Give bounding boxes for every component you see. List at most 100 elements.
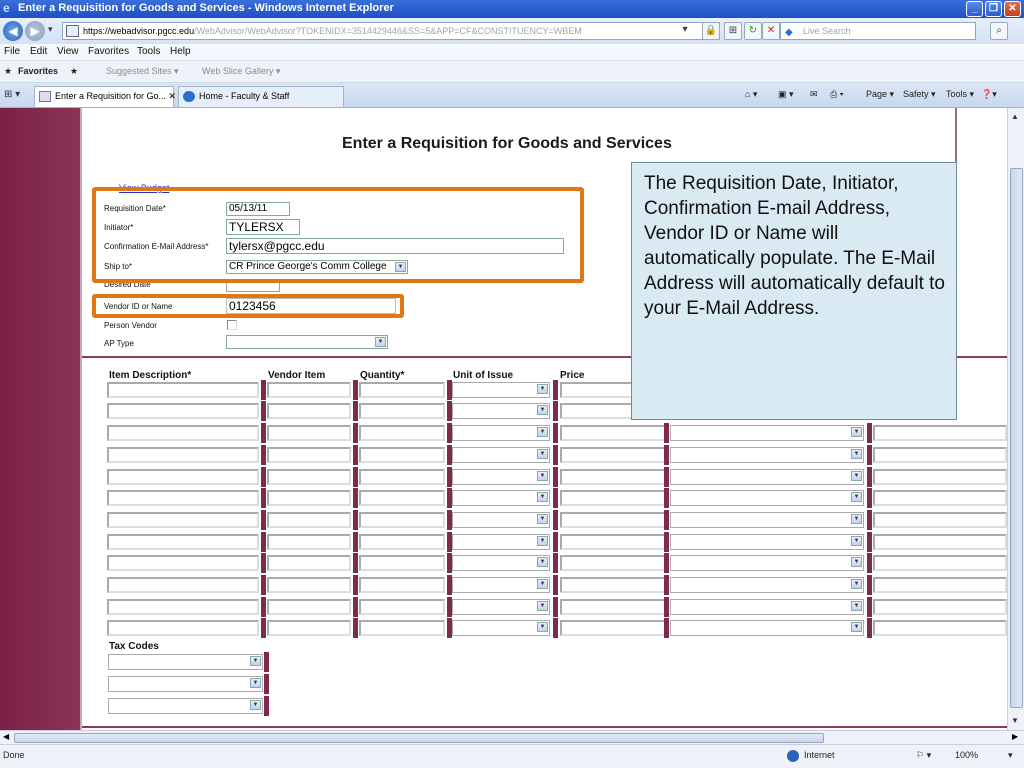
suggested-sites-link[interactable]: Suggested Sites ▾ bbox=[106, 66, 179, 77]
row-input[interactable] bbox=[560, 469, 666, 485]
row-input[interactable] bbox=[107, 577, 259, 593]
row-input[interactable] bbox=[359, 403, 445, 419]
row-input[interactable] bbox=[267, 403, 351, 419]
row-input[interactable] bbox=[873, 534, 1007, 550]
row-select[interactable]: ▼ bbox=[670, 490, 864, 506]
row-input[interactable] bbox=[359, 447, 445, 463]
mail-icon[interactable]: ✉ bbox=[810, 89, 818, 100]
protected-mode-icon[interactable]: ⚐ ▾ bbox=[916, 750, 931, 761]
print-icon[interactable]: ⎙ ▾ bbox=[830, 89, 843, 100]
row-input[interactable] bbox=[267, 447, 351, 463]
back-button[interactable]: ◀ bbox=[3, 21, 23, 41]
row-input[interactable] bbox=[267, 620, 351, 636]
row-input[interactable] bbox=[359, 555, 445, 571]
row-select[interactable]: ▼ bbox=[670, 534, 864, 550]
tools-menu[interactable]: Tools ▾ bbox=[946, 89, 974, 100]
row-input[interactable] bbox=[267, 469, 351, 485]
row-input[interactable] bbox=[560, 577, 666, 593]
row-select[interactable]: ▼ bbox=[670, 512, 864, 528]
tab-requisition[interactable]: Enter a Requisition for Go... ✕ bbox=[34, 86, 176, 107]
row-input[interactable] bbox=[267, 490, 351, 506]
row-input[interactable] bbox=[359, 425, 445, 441]
row-input[interactable] bbox=[107, 425, 259, 441]
vertical-scrollbar[interactable]: ▲ ▼ bbox=[1007, 108, 1024, 730]
row-input[interactable] bbox=[560, 599, 666, 615]
home-icon[interactable]: ⌂ ▾ bbox=[745, 89, 757, 100]
zoom-dropdown-icon[interactable]: ▾ bbox=[1008, 750, 1013, 761]
row-input[interactable] bbox=[107, 382, 259, 398]
row-input[interactable] bbox=[873, 425, 1007, 441]
scroll-up-icon[interactable]: ▲ bbox=[1011, 112, 1019, 121]
feeds-icon[interactable]: ▣ ▾ bbox=[778, 89, 794, 100]
row-input[interactable] bbox=[359, 599, 445, 615]
menu-favorites[interactable]: Favorites bbox=[88, 46, 129, 57]
scroll-left-icon[interactable]: ◀ bbox=[3, 732, 9, 741]
row-input[interactable] bbox=[107, 620, 259, 636]
row-input[interactable] bbox=[560, 425, 666, 441]
row-select[interactable]: ▼ bbox=[452, 490, 550, 506]
tab-home-faculty[interactable]: Home - Faculty & Staff bbox=[178, 86, 344, 107]
row-input[interactable] bbox=[359, 534, 445, 550]
row-input[interactable] bbox=[873, 447, 1007, 463]
row-input[interactable] bbox=[107, 490, 259, 506]
row-input[interactable] bbox=[107, 403, 259, 419]
menu-file[interactable]: File bbox=[4, 46, 20, 57]
row-select[interactable]: ▼ bbox=[452, 577, 550, 593]
lock-icon[interactable]: 🔒 bbox=[702, 22, 720, 40]
row-input[interactable] bbox=[359, 620, 445, 636]
row-select[interactable]: ▼ bbox=[452, 512, 550, 528]
menu-tools[interactable]: Tools bbox=[137, 46, 160, 57]
help-menu[interactable]: ❓▾ bbox=[981, 89, 997, 100]
horizontal-scroll-thumb[interactable] bbox=[14, 733, 824, 743]
row-input[interactable] bbox=[359, 577, 445, 593]
maximize-button[interactable]: ❐ bbox=[985, 1, 1002, 17]
scroll-right-icon[interactable]: ▶ bbox=[1012, 732, 1018, 741]
row-input[interactable] bbox=[560, 555, 666, 571]
search-icon[interactable]: ⌕ bbox=[990, 22, 1008, 40]
row-input[interactable] bbox=[560, 490, 666, 506]
minimize-button[interactable]: _ bbox=[966, 1, 983, 17]
recent-pages-dropdown-icon[interactable]: ▾ bbox=[48, 24, 53, 35]
row-input[interactable] bbox=[107, 555, 259, 571]
close-button[interactable]: ✕ bbox=[1004, 1, 1021, 17]
row-select[interactable]: ▼ bbox=[452, 447, 550, 463]
row-input[interactable] bbox=[107, 469, 259, 485]
row-input[interactable] bbox=[267, 382, 351, 398]
row-input[interactable] bbox=[267, 425, 351, 441]
horizontal-scrollbar[interactable]: ◀ ▶ bbox=[0, 730, 1024, 744]
safety-menu[interactable]: Safety ▾ bbox=[903, 89, 936, 100]
row-select[interactable]: ▼ bbox=[670, 620, 864, 636]
forward-button[interactable]: ▶ bbox=[25, 21, 45, 41]
row-input[interactable] bbox=[267, 534, 351, 550]
url-dropdown-icon[interactable]: ▾ bbox=[676, 22, 694, 40]
row-select[interactable]: ▼ bbox=[670, 425, 864, 441]
row-input[interactable] bbox=[359, 469, 445, 485]
row-input[interactable] bbox=[359, 512, 445, 528]
zoom-level[interactable]: 100% bbox=[955, 750, 978, 760]
menu-edit[interactable]: Edit bbox=[30, 46, 47, 57]
tax-code-select[interactable]: ▼ bbox=[108, 654, 263, 670]
page-menu[interactable]: Page ▾ bbox=[866, 89, 894, 100]
row-select[interactable]: ▼ bbox=[670, 555, 864, 571]
row-input[interactable] bbox=[873, 469, 1007, 485]
row-select[interactable]: ▼ bbox=[452, 620, 550, 636]
row-select[interactable]: ▼ bbox=[452, 425, 550, 441]
row-select[interactable]: ▼ bbox=[452, 534, 550, 550]
row-input[interactable] bbox=[267, 512, 351, 528]
person-vendor-checkbox[interactable] bbox=[227, 320, 237, 330]
menu-view[interactable]: View bbox=[57, 46, 79, 57]
row-input[interactable] bbox=[107, 447, 259, 463]
row-input[interactable] bbox=[359, 490, 445, 506]
row-input[interactable] bbox=[267, 555, 351, 571]
row-input[interactable] bbox=[873, 577, 1007, 593]
web-slice-gallery-link[interactable]: Web Slice Gallery ▾ bbox=[202, 66, 280, 77]
tax-code-select[interactable]: ▼ bbox=[108, 698, 263, 714]
scroll-thumb[interactable] bbox=[1010, 168, 1023, 708]
row-select[interactable]: ▼ bbox=[670, 599, 864, 615]
ap-type-select[interactable]: ▼ bbox=[226, 335, 388, 349]
row-input[interactable] bbox=[873, 555, 1007, 571]
row-input[interactable] bbox=[267, 599, 351, 615]
live-search-input[interactable]: ◆ Live Search bbox=[780, 22, 976, 40]
row-input[interactable] bbox=[873, 490, 1007, 506]
row-select[interactable]: ▼ bbox=[452, 469, 550, 485]
